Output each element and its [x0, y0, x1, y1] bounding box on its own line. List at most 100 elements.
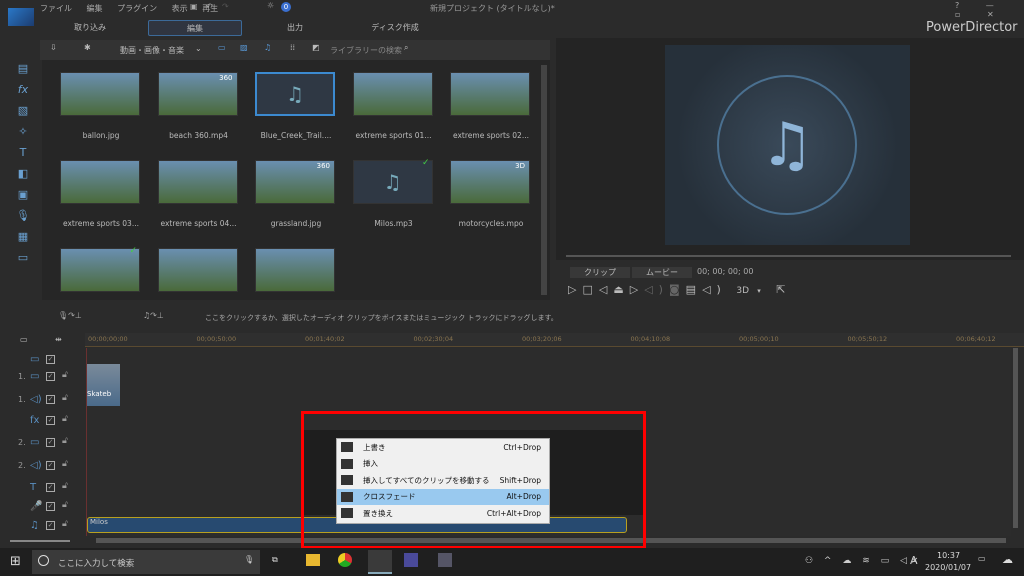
lock-icon[interactable]: 🔓︎ [62, 519, 68, 529]
lock-icon[interactable]: 🔓︎ [62, 393, 68, 403]
library-search-input[interactable]: ライブラリーの検索 [330, 45, 402, 56]
library-item[interactable] [157, 248, 240, 307]
library-item[interactable]: extreme sports 01... [352, 72, 435, 140]
notification-icon[interactable]: ▭ [978, 554, 986, 563]
plugin-icon[interactable]: ✱ [84, 43, 91, 52]
library-item[interactable]: ♫ ✓ Milos.mp3 [352, 158, 435, 228]
resize-icon[interactable]: ◩ [312, 43, 320, 52]
menu-file[interactable]: ファイル [40, 4, 72, 13]
play-icon[interactable]: ▷ [568, 283, 582, 296]
timeline-vscrollbar[interactable] [1013, 348, 1018, 528]
lock-icon[interactable]: 🔓︎ [62, 481, 68, 491]
library-item[interactable]: 360 beach 360.mp4 [157, 72, 240, 140]
track-enable-checkbox[interactable]: ✓ [46, 521, 55, 530]
library-item[interactable]: extreme sports 03... [60, 160, 142, 228]
grid-view-icon[interactable]: ⁞⁞ [290, 43, 295, 52]
chrome-icon[interactable] [338, 553, 352, 567]
undo-icon[interactable]: ↶ [206, 2, 213, 11]
track-enable-checkbox[interactable]: ✓ [46, 395, 55, 404]
ime-indicator[interactable]: A [910, 554, 918, 567]
subtitle-icon[interactable]: ▤ [686, 283, 702, 296]
title-room-icon[interactable]: T [12, 146, 34, 167]
zoom-slider[interactable] [10, 540, 70, 542]
explorer-icon[interactable] [306, 554, 320, 566]
media-room-icon[interactable]: ▤ [12, 62, 34, 83]
audiodirector-taskbar-icon[interactable] [404, 553, 418, 567]
chapter-room-icon[interactable]: ▦ [12, 230, 34, 251]
fit-timeline-icon[interactable]: ⇹ [55, 335, 62, 344]
context-menu-item[interactable]: クロスフェード Alt+Drop [337, 488, 549, 505]
stop-icon[interactable]: □ [582, 283, 598, 296]
audio-drop-hint[interactable]: ここをクリックするか、選択したオーディオ クリップをボイスまたはミュージック ト… [205, 313, 558, 323]
fx-room-icon[interactable]: fx [12, 83, 34, 104]
lock-icon[interactable]: 🔓︎ [62, 414, 68, 424]
next-frame-icon[interactable]: ▷ [630, 283, 644, 296]
tab-edit[interactable]: 編集 [148, 20, 242, 36]
library-item[interactable]: ♫ Blue_Creek_Trail.... [255, 72, 337, 140]
library-item[interactable]: extreme sports 02... [450, 72, 532, 140]
speaker-icon[interactable]: ◁) [702, 283, 727, 296]
lock-icon[interactable]: 🔓︎ [62, 459, 68, 469]
voice-record-button[interactable]: 🎙↷⊥ [58, 311, 82, 320]
library-item[interactable]: 360 grassland.jpg [255, 160, 337, 228]
camera-icon[interactable]: ◙ [669, 283, 686, 296]
library-item[interactable]: ✓ [60, 246, 142, 307]
timecode-display[interactable]: 00; 00; 00; 00 [697, 267, 753, 276]
movie-mode-button[interactable]: ムービー [632, 267, 692, 278]
context-menu-item[interactable]: 上書き Ctrl+Drop [337, 439, 549, 456]
context-menu-item[interactable]: 置き換え Ctrl+Alt+Drop [337, 505, 549, 522]
context-menu-item[interactable]: 挿入 [337, 456, 549, 473]
library-item[interactable]: ballon.jpg [60, 72, 142, 140]
menu-plugin[interactable]: プラグイン [117, 4, 157, 13]
transition-room-icon[interactable]: ◧ [12, 167, 34, 188]
undock-icon[interactable]: ⇱ [776, 283, 791, 296]
library-item[interactable]: 3D motorcycles.mpo [450, 160, 532, 228]
menu-view[interactable]: 表示 [172, 4, 188, 13]
voice-record-icon[interactable]: 🎙 [12, 209, 34, 230]
task-view-icon[interactable]: ⧉ [272, 555, 278, 565]
track-enable-checkbox[interactable]: ✓ [46, 416, 55, 425]
particle-room-icon[interactable]: ✧ [12, 125, 34, 146]
import-media-icon[interactable]: ⇩ [50, 43, 57, 52]
window-controls[interactable]: ? — ▫ ✕ [955, 1, 1024, 19]
library-scrollbar[interactable] [541, 65, 547, 295]
tray-icons[interactable]: ⚇ ^ ☁ ≋ ▭ ◁× [805, 556, 922, 566]
prev-frame-icon[interactable]: ◁ [599, 283, 613, 296]
track-enable-checkbox[interactable]: ✓ [46, 372, 55, 381]
lock-icon[interactable]: 🔓︎ [62, 370, 68, 380]
image-filter-icon[interactable]: ▨ [240, 43, 248, 52]
weather-icon[interactable]: ☁ [1002, 553, 1013, 566]
music-filter-icon[interactable]: ♫ [264, 43, 271, 52]
tab-import[interactable]: 取り込み [50, 20, 130, 36]
3d-button[interactable]: 3D [736, 286, 749, 296]
music-insert-button[interactable]: ♫↷⊥ [143, 311, 164, 320]
tab-disc[interactable]: ディスク作成 [350, 20, 440, 36]
volume-icon[interactable]: ◁) [644, 283, 669, 296]
video-clip[interactable]: Skateb [87, 364, 120, 406]
clock-time[interactable]: 10:37 [937, 551, 960, 560]
track-enable-checkbox[interactable]: ✓ [46, 502, 55, 511]
settings-icon[interactable]: ☼ [267, 1, 274, 10]
taskbar-search-input[interactable]: ここに入力して検索 🎙 [32, 550, 260, 574]
track-enable-checkbox[interactable]: ✓ [46, 483, 55, 492]
track-enable-checkbox[interactable]: ✓ [46, 438, 55, 447]
preview-slider[interactable] [566, 255, 1011, 257]
app-taskbar-icon[interactable] [438, 553, 452, 567]
track-manager-icon[interactable]: ▭ [20, 335, 28, 344]
track-enable-checkbox[interactable]: ✓ [46, 355, 55, 364]
pip-room-icon[interactable]: ▧ [12, 104, 34, 125]
lock-icon[interactable]: 🔓︎ [62, 500, 68, 510]
save-icon[interactable]: ▣ [190, 2, 198, 11]
subtitle-room-icon[interactable]: ▭ [12, 251, 34, 272]
clock-date[interactable]: 2020/01/07 [925, 563, 971, 572]
chevron-down-icon[interactable]: ⌄ [195, 44, 202, 53]
search-icon[interactable]: ⌕ [404, 43, 408, 53]
powerdirector-taskbar-icon[interactable] [368, 550, 392, 574]
windows-start-icon[interactable]: ⊞ [10, 554, 21, 569]
tab-output[interactable]: 出力 [250, 20, 340, 36]
video-filter-icon[interactable]: ▭ [218, 43, 226, 52]
menu-edit[interactable]: 編集 [87, 4, 103, 13]
microphone-icon[interactable]: 🎙 [244, 555, 254, 564]
notification-badge[interactable]: 0 [281, 2, 291, 12]
audio-mix-icon[interactable]: ▣ [12, 188, 34, 209]
